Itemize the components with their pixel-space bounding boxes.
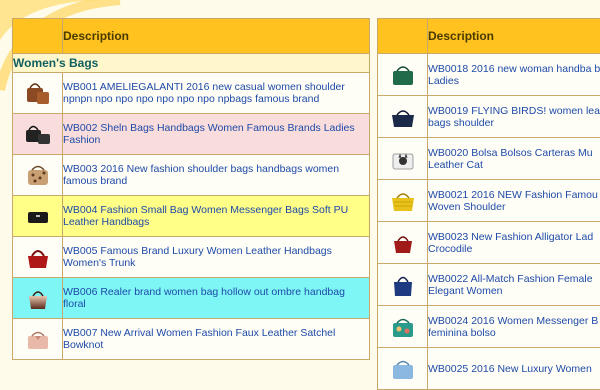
product-description[interactable]: WB002 Sheln Bags Handbags Women Famous B…: [63, 122, 369, 146]
table-row[interactable]: WB006 Realer brand women bag hollow out …: [13, 278, 370, 319]
brown-bag-set-icon: [23, 78, 53, 108]
table-row[interactable]: WB0018 2016 new woman handba bag Ladies: [378, 54, 600, 96]
black-clutch-icon: [23, 201, 53, 231]
green-bag-icon: [388, 60, 418, 90]
product-description[interactable]: WB007 New Arrival Women Fashion Faux Lea…: [63, 327, 369, 351]
product-thumbnail[interactable]: [13, 319, 63, 360]
table-row[interactable]: WB0019 FLYING BIRDS! women lea bags shou…: [378, 96, 600, 138]
product-description[interactable]: WB001 AMELIEGALANTI 2016 new casual wome…: [63, 81, 369, 105]
pink-satchel-icon: [23, 324, 53, 354]
product-description[interactable]: WB0022 All-Match Fashion Female Elegant …: [428, 273, 600, 297]
product-description[interactable]: WB004 Fashion Small Bag Women Messenger …: [63, 204, 369, 228]
product-description[interactable]: WB005 Famous Brand Luxury Women Leather …: [63, 245, 369, 269]
product-thumbnail[interactable]: [13, 155, 63, 196]
product-description[interactable]: WB003 2016 New fashion shoulder bags han…: [63, 163, 369, 187]
product-thumbnail[interactable]: [378, 306, 428, 348]
table-row[interactable]: WB0023 New Fashion Alligator Lad Crocodi…: [378, 222, 600, 264]
description-header: Description: [428, 19, 600, 54]
table-row[interactable]: WB005 Famous Brand Luxury Women Leather …: [13, 237, 370, 278]
table-row[interactable]: WB003 2016 New fashion shoulder bags han…: [13, 155, 370, 196]
product-description[interactable]: WB0023 New Fashion Alligator Lad Crocodi…: [428, 231, 600, 255]
blue-tote-icon: [388, 270, 418, 300]
teal-floral-bag-icon: [388, 312, 418, 342]
cat-bag-icon: [388, 144, 418, 174]
product-description[interactable]: WB006 Realer brand women bag hollow out …: [63, 286, 369, 310]
product-description[interactable]: WB0019 FLYING BIRDS! women lea bags shou…: [428, 105, 600, 129]
navy-bag-icon: [388, 102, 418, 132]
table-row[interactable]: WB0021 2016 NEW Fashion Famou Woven Shou…: [378, 180, 600, 222]
table-row[interactable]: WB004 Fashion Small Bag Women Messenger …: [13, 196, 370, 237]
table-row[interactable]: WB0022 All-Match Fashion Female Elegant …: [378, 264, 600, 306]
table-row[interactable]: WB002 Sheln Bags Handbags Women Famous B…: [13, 114, 370, 155]
right-product-table: Description WB0018 2016 new woman handba…: [377, 18, 600, 390]
product-thumbnail[interactable]: [13, 196, 63, 237]
black-bag-set-icon: [23, 119, 53, 149]
product-description[interactable]: WB0020 Bolsa Bolsos Carteras Mu Leather …: [428, 147, 600, 171]
table-row[interactable]: WB007 New Arrival Women Fashion Faux Lea…: [13, 319, 370, 360]
product-description[interactable]: WB0018 2016 new woman handba bag Ladies: [428, 63, 600, 87]
product-description[interactable]: WB0025 2016 New Luxury Women: [428, 363, 600, 375]
thumbnail-column-header: [378, 19, 428, 54]
product-thumbnail[interactable]: [378, 264, 428, 306]
product-thumbnail[interactable]: [378, 348, 428, 390]
red-croc-bag-icon: [388, 228, 418, 258]
product-thumbnail[interactable]: [13, 73, 63, 114]
table-row[interactable]: WB0020 Bolsa Bolsos Carteras Mu Leather …: [378, 138, 600, 180]
thumbnail-column-header: [13, 19, 63, 54]
product-description[interactable]: WB0024 2016 Women Messenger B feminina b…: [428, 315, 600, 339]
table-row[interactable]: WB0025 2016 New Luxury Women: [378, 348, 600, 390]
red-handbag-icon: [23, 242, 53, 272]
table-row[interactable]: WB0024 2016 Women Messenger B feminina b…: [378, 306, 600, 348]
product-thumbnail[interactable]: [378, 96, 428, 138]
product-thumbnail[interactable]: [378, 180, 428, 222]
light-blue-bag-icon: [388, 354, 418, 384]
description-header: Description: [63, 19, 370, 54]
leopard-bag-icon: [23, 160, 53, 190]
product-thumbnail[interactable]: [13, 114, 63, 155]
product-thumbnail[interactable]: [378, 54, 428, 96]
table-row[interactable]: WB001 AMELIEGALANTI 2016 new casual wome…: [13, 73, 370, 114]
product-thumbnail[interactable]: [13, 237, 63, 278]
product-description[interactable]: WB0021 2016 NEW Fashion Famou Woven Shou…: [428, 189, 600, 213]
product-thumbnail[interactable]: [378, 138, 428, 180]
ombre-bag-icon: [23, 283, 53, 313]
product-thumbnail[interactable]: [13, 278, 63, 319]
product-thumbnail[interactable]: [378, 222, 428, 264]
yellow-woven-bag-icon: [388, 186, 418, 216]
left-product-table: Description Women's Bags WB001 AMELIEGAL…: [12, 18, 370, 360]
section-title-womens-bags: Women's Bags: [13, 54, 370, 73]
